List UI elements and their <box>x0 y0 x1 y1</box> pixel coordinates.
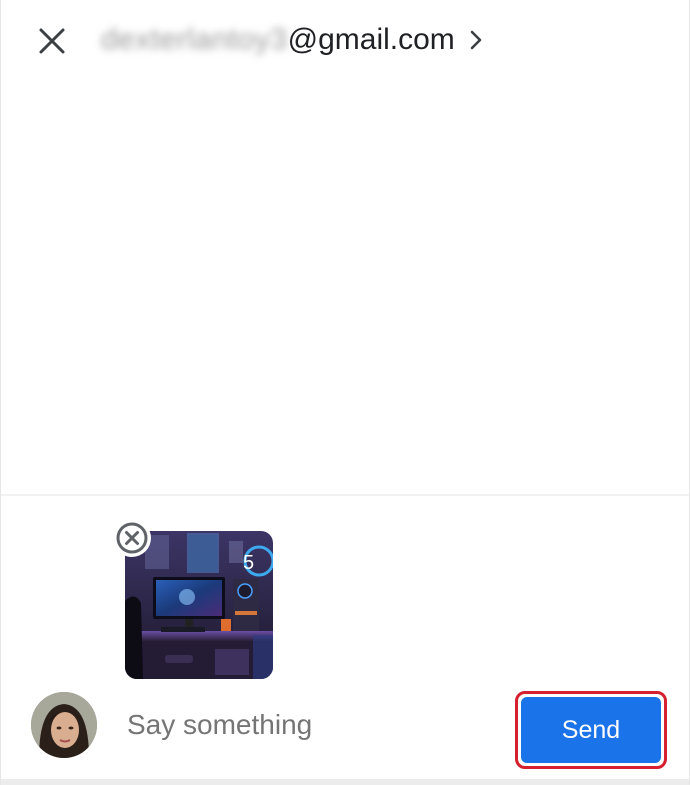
send-button[interactable]: Send <box>521 697 661 763</box>
compose-divider <box>1 494 689 496</box>
message-input[interactable] <box>111 700 497 750</box>
share-compose-screen: dexterlantoy3 @gmail.com 5 Say something… <box>0 0 690 785</box>
recipient-name-blurred: dexterlantoy3 <box>101 23 288 56</box>
remove-attachment-button[interactable] <box>113 519 151 557</box>
recipient-selector[interactable]: dexterlantoy3 @gmail.com <box>101 18 483 62</box>
avatar <box>31 692 97 758</box>
recipient-domain: @gmail.com <box>287 23 455 56</box>
message-thread-area <box>1 80 689 494</box>
chevron-right-icon <box>469 29 483 51</box>
svg-text:5: 5 <box>243 552 254 574</box>
close-button[interactable] <box>29 18 75 64</box>
close-icon <box>39 28 65 54</box>
remove-circle-icon <box>116 522 148 554</box>
header: dexterlantoy3 @gmail.com <box>1 0 689 80</box>
bottom-edge <box>1 779 689 785</box>
